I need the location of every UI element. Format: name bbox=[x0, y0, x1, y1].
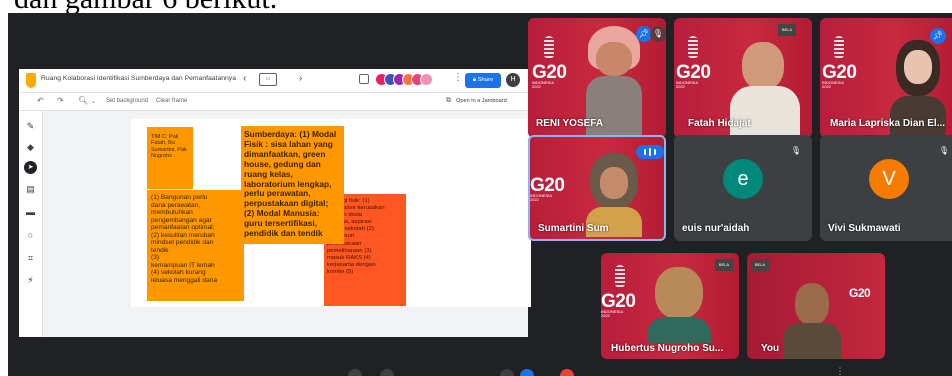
participant-tile[interactable]: G20 INDONESIA 2022 📌︎ Maria Lapriska Dian … bbox=[820, 18, 952, 138]
jamboard-logo-icon bbox=[26, 73, 36, 88]
control-button[interactable] bbox=[500, 369, 514, 376]
bela-badge: BELA bbox=[778, 24, 796, 36]
eraser-icon[interactable]: ◆ bbox=[25, 142, 36, 153]
control-button[interactable] bbox=[380, 369, 394, 376]
speaking-indicator-icon bbox=[636, 145, 664, 159]
jamboard-toolbar: ↶ ↷ 🔍︎ ⌄ Set background Clear frame ⧉ Op… bbox=[19, 93, 528, 111]
g20-emblem-icon bbox=[615, 265, 625, 287]
g20-emblem-icon bbox=[544, 36, 554, 58]
select-cursor-icon[interactable]: ➤ bbox=[24, 161, 37, 174]
participant-video bbox=[783, 283, 841, 359]
avatar bbox=[420, 73, 433, 86]
participant-name: Hubertus Nugroho Su... bbox=[611, 343, 724, 354]
mic-off-icon: 🎙︎ bbox=[938, 146, 950, 155]
more-vert-icon[interactable]: ⋮ bbox=[453, 72, 463, 83]
g20-emblem-icon bbox=[688, 36, 698, 58]
participant-name: Fatah Hidajat bbox=[688, 118, 751, 129]
sticky-note-text: TIM C: Pak Fatah, Bu Sumartini, Pak Nugr… bbox=[151, 134, 187, 160]
g20-logo: G20 INDONESIA 2022 bbox=[532, 62, 567, 90]
chevron-down-icon[interactable]: ⌄ bbox=[91, 98, 96, 105]
lock-icon: 🔒︎ bbox=[472, 77, 476, 83]
text-box-icon[interactable]: ⌗ bbox=[25, 253, 36, 264]
sticky-note-text: Sumberdaya: (1) Modal Fisik : sisa lahan… bbox=[244, 129, 337, 239]
image-icon[interactable]: ▬ bbox=[25, 207, 36, 218]
participant-tile[interactable]: BELA G20 You bbox=[747, 253, 885, 359]
pin-icon[interactable]: 📌︎ bbox=[930, 28, 946, 44]
collaborator-avatars bbox=[375, 73, 445, 87]
mic-off-icon: 🎙︎ bbox=[790, 146, 802, 155]
open-in-new-icon: ⧉ bbox=[446, 97, 451, 104]
sticky-note[interactable]: Sumberdaya: (1) Modal Fisik : sisa lahan… bbox=[241, 126, 344, 244]
chevron-left-icon[interactable]: ‹ bbox=[243, 73, 246, 84]
control-button[interactable] bbox=[348, 369, 362, 376]
meeting-window: Ruang Kolaborasi Identifikasi Sumberdaya… bbox=[8, 13, 952, 376]
g20-emblem-icon bbox=[834, 36, 844, 58]
sticky-note[interactable]: TIM C: Pak Fatah, Bu Sumartini, Pak Nugr… bbox=[147, 127, 193, 189]
set-background-button[interactable]: Set background bbox=[106, 98, 148, 104]
participant-name: You bbox=[761, 343, 780, 354]
frame-bar-button[interactable]: ▭ bbox=[259, 73, 277, 86]
g20-logo: G20 INDONESIA 2022 bbox=[601, 291, 636, 319]
participant-name: Vivi Sukmawati bbox=[828, 223, 901, 234]
participant-tile[interactable]: 🎙︎ e euis nur'aidah bbox=[674, 135, 812, 241]
sticky-note-text: (1) Bangunan perlu dana perawatan, membu… bbox=[151, 194, 217, 284]
bela-badge: BELA bbox=[715, 259, 733, 271]
zoom-icon[interactable]: 🔍︎ bbox=[78, 96, 88, 105]
sticky-note[interactable]: (1) Bangunan perlu dana perawatan, membu… bbox=[147, 190, 244, 301]
g20-logo: G20 INDONESIA 2022 bbox=[676, 62, 711, 90]
control-button[interactable] bbox=[560, 369, 574, 376]
undo-icon[interactable]: ↶ bbox=[37, 96, 44, 105]
chevron-right-icon[interactable]: › bbox=[299, 73, 302, 84]
present-icon[interactable] bbox=[359, 74, 369, 84]
participant-tile[interactable]: G20 INDONESIA 2022 Sumartini Sum bbox=[528, 135, 666, 241]
participant-video bbox=[647, 267, 711, 343]
participant-name: RENI YOSEFA bbox=[536, 118, 604, 129]
participant-tile[interactable]: G20 INDONESIA 2022 BELA Hubertus Nugroho S… bbox=[601, 253, 739, 359]
avatar: e bbox=[723, 159, 763, 199]
g20-logo: G20 INDONESIA 2022 bbox=[530, 175, 565, 203]
participant-tile[interactable]: G20 INDONESIA 2022 📌︎ 🎙︎ RENI YOSEFA bbox=[528, 18, 666, 138]
redo-icon[interactable]: ↷ bbox=[57, 96, 64, 105]
pen-icon[interactable]: ✎ bbox=[25, 121, 36, 132]
open-in-jamboard-link[interactable]: Open in a Jamboard bbox=[456, 98, 507, 104]
participant-tile[interactable]: 🎙︎ V Vivi Sukmawati bbox=[820, 135, 952, 241]
laser-icon[interactable]: ⚡︎ bbox=[25, 275, 36, 286]
jamboard-header: Ruang Kolaborasi Identifikasi Sumberdaya… bbox=[19, 69, 528, 93]
circle-icon[interactable]: ○ bbox=[25, 230, 36, 241]
participant-name: euis nur'aidah bbox=[682, 223, 750, 234]
control-button[interactable] bbox=[520, 369, 534, 376]
bela-badge: BELA bbox=[751, 259, 769, 271]
screenshot-root: dan gambar 6 berikut. Ruang Kolaborasi I… bbox=[0, 0, 952, 376]
more-options-icon[interactable]: ⋮ bbox=[834, 367, 846, 376]
jamboard-title: Ruang Kolaborasi Identifikasi Sumberdaya… bbox=[41, 75, 236, 82]
account-avatar[interactable]: H bbox=[506, 73, 520, 87]
g20-logo: G20 bbox=[849, 286, 871, 300]
jamboard-tools: ✎ ◆ ➤ ▤ ▬ ○ ⌗ ⚡︎ bbox=[19, 111, 43, 337]
share-button[interactable]: 🔒︎ Share bbox=[465, 73, 501, 88]
shared-jamboard: Ruang Kolaborasi Identifikasi Sumberdaya… bbox=[19, 69, 531, 337]
mic-off-icon: 🎙︎ bbox=[650, 26, 666, 42]
participant-name: Maria Lapriska Dian El... bbox=[830, 118, 946, 129]
share-label: Share bbox=[477, 77, 494, 83]
clear-frame-button[interactable]: Clear frame bbox=[156, 98, 187, 104]
participant-name: Sumartini Sum bbox=[538, 223, 609, 234]
participant-tile[interactable]: G20 INDONESIA 2022 BELA Fatah Hidajat bbox=[674, 18, 812, 138]
sticky-note-icon[interactable]: ▤ bbox=[25, 184, 36, 195]
g20-logo: G20 INDONESIA 2022 bbox=[822, 62, 857, 90]
avatar: V bbox=[869, 159, 909, 199]
